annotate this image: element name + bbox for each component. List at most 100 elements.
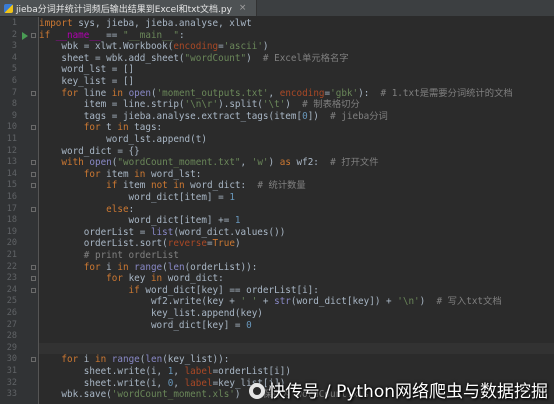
code-line: word_dict[item] = 1 [39, 192, 235, 204]
code-token: # 制表格切分 [302, 99, 360, 111]
code-token: word_dict[item] += [39, 215, 235, 227]
code-token: # 打开文件 [330, 157, 379, 169]
code-token: range [111, 354, 140, 366]
code-token: key_list.append(key) [39, 308, 263, 319]
code-token: key [128, 273, 151, 285]
code-token: in [117, 122, 135, 134]
line-number: 5 [11, 64, 17, 75]
code-line: sheet.write(i, 1, label=orderList[i]) [39, 366, 291, 378]
code-token: sys, jieba, jieba.analyse, xlwt [78, 18, 252, 29]
fold-marker-icon[interactable] [31, 276, 36, 282]
editor-tab-bar: jieba分词并统计词频后输出结果到Excel和txt文档.py × [0, 0, 554, 17]
code-token: in [117, 261, 135, 273]
code-token: i [106, 261, 118, 273]
line-number: 23 [6, 273, 17, 284]
fold-marker-icon[interactable] [31, 90, 36, 96]
code-token: len [145, 354, 163, 366]
code-token: key_list = [] [39, 76, 135, 87]
code-line: for item in word_lst: [39, 168, 202, 181]
code-token: 'gbk' [330, 87, 359, 99]
code-token: == [100, 29, 123, 41]
line-number: 16 [6, 192, 17, 202]
code-token: word_dict[item] = [39, 192, 230, 203]
code-token: '\n\r' [184, 99, 219, 111]
code-line: for key in word_dict: [39, 273, 224, 285]
line-number: 27 [6, 319, 17, 330]
code-token: for [39, 273, 129, 285]
code-token: 'ascii' [223, 41, 263, 53]
code-token: if [39, 29, 56, 41]
code-token: line [83, 87, 112, 99]
code-token: label [184, 366, 213, 377]
code-token: =orderList[i]) [212, 366, 291, 377]
code-token: sheet.write(i, [39, 377, 168, 389]
line-number: 4 [11, 52, 17, 63]
line-number-gutter: 1 2 3 4 5 6 7 8 9 10 11 12 13 14 15 16 17 18 19 20 21 22 23 24 2… [0, 17, 39, 404]
code-token: True [212, 238, 235, 250]
line-number: 6 [11, 76, 17, 86]
code-token: ) [262, 41, 269, 53]
fold-marker-icon[interactable] [31, 125, 36, 131]
code-line: wf2.write(key + ' ' + str(word_dict[key]… [39, 296, 502, 308]
file-tab[interactable]: jieba分词并统计词频后输出结果到Excel和txt文档.py × [0, 0, 258, 16]
code-line: word_dict = {} [39, 146, 139, 158]
code-line: if word_dict[key] == orderList[i]: [39, 285, 319, 297]
fold-marker-icon[interactable] [31, 287, 36, 293]
code-token: , [173, 366, 185, 377]
line-number: 14 [6, 168, 17, 179]
code-line: word_dict[item] += 1 [39, 215, 241, 227]
code-token: # 1.txt是需要分词统计的文档 [380, 87, 513, 99]
fold-marker-icon[interactable] [31, 357, 36, 363]
fold-marker-icon[interactable] [31, 183, 36, 189]
code-token: range [134, 261, 163, 273]
wechat-icon [248, 383, 265, 399]
code-token: i [83, 354, 95, 366]
code-token: for [39, 354, 84, 366]
fold-marker-icon[interactable] [31, 206, 36, 212]
code-token: for [39, 168, 107, 180]
line-number: 11 [6, 134, 17, 144]
code-token: t [106, 122, 118, 134]
code-token: __name__ [55, 29, 101, 41]
python-file-icon [4, 3, 13, 13]
code-editor[interactable]: import sys, jieba, jieba.analyse, xlwt if… [39, 17, 554, 404]
fold-marker-icon[interactable] [31, 160, 36, 166]
code-token: , [173, 377, 185, 389]
code-line: if item not in word_dict: # 统计数量 [39, 180, 306, 192]
code-token: in [150, 273, 168, 285]
code-token: for [39, 261, 107, 273]
code-token: ) [285, 99, 303, 111]
code-token: for [39, 87, 84, 99]
line-number: 2 [11, 29, 17, 40]
code-token: label [184, 377, 213, 389]
line-number: 20 [6, 238, 17, 249]
code-token: not in [150, 180, 191, 192]
fold-marker-icon[interactable] [31, 264, 36, 270]
code-token: in [94, 354, 112, 366]
code-token: : [178, 29, 185, 41]
code-token: "__main__" [122, 29, 179, 41]
code-token: wf2: [296, 157, 331, 169]
close-tab-icon[interactable]: × [239, 3, 247, 13]
code-line: wbk = xlwt.Workbook(encoding='ascii') [39, 41, 269, 53]
line-number: 18 [6, 215, 17, 226]
code-line: word_lst = [] [39, 64, 134, 76]
code-token: open [128, 87, 151, 99]
line-number: 8 [11, 99, 17, 110]
fold-marker-icon[interactable] [31, 171, 36, 177]
code-token: tags: [134, 122, 163, 134]
code-token: word_dict[key] = [39, 319, 247, 331]
line-number: 22 [6, 261, 17, 272]
code-token: word_lst = [] [39, 64, 135, 76]
fold-marker-icon[interactable] [31, 32, 36, 38]
code-token: (word_dict.values()) [173, 226, 286, 238]
code-line: orderList.sort(reverse=True) [39, 238, 241, 250]
line-number: 19 [6, 226, 17, 237]
watermark-text: 快传号 / Python网络爬虫与数据挖掘 [268, 382, 548, 402]
code-token: else [39, 203, 129, 215]
code-token: reverse [167, 238, 207, 250]
code-token: , [240, 157, 252, 169]
code-token: ) [234, 238, 241, 250]
run-gutter-icon[interactable] [22, 31, 28, 40]
code-line: word_lst.append(t) [39, 134, 207, 146]
